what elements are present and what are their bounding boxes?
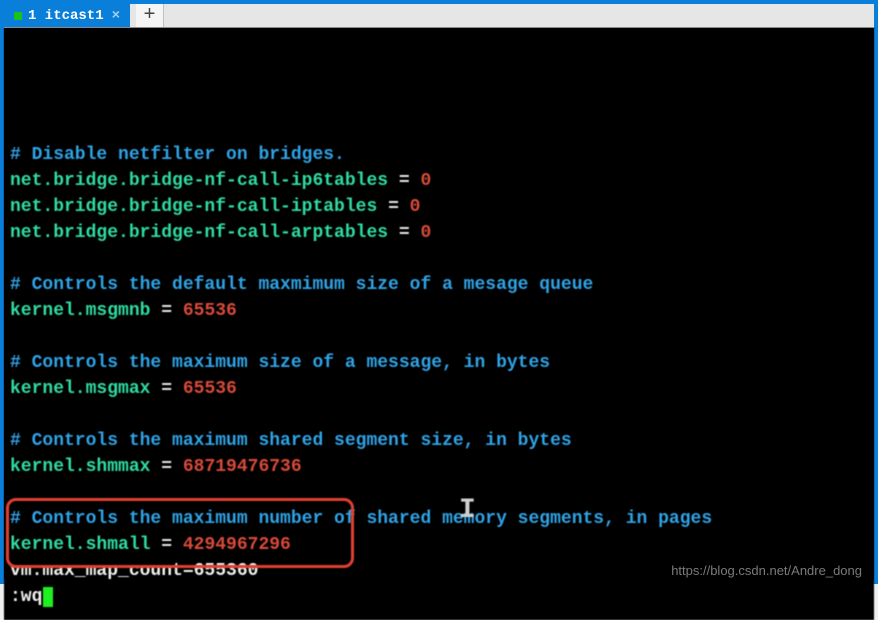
- terminal-line: # Controls the maximum number of shared …: [10, 506, 868, 532]
- code-segment: # Controls the maximum shared segment si…: [10, 431, 572, 451]
- code-segment: [10, 483, 21, 503]
- terminal-line: [10, 480, 868, 506]
- terminal-line: [10, 246, 868, 272]
- terminal-line: kernel.msgmnb = 65536: [10, 298, 868, 324]
- code-segment: net.bridge.bridge-nf-call-arptables: [10, 223, 388, 243]
- terminal-line: [10, 402, 868, 428]
- code-segment: [10, 249, 21, 269]
- terminal-line: [10, 324, 868, 350]
- terminal-line: # Controls the maximum size of a message…: [10, 350, 868, 376]
- terminal-line: kernel.shmall = 4294967296: [10, 532, 868, 558]
- code-segment: =: [388, 223, 420, 243]
- code-segment: [10, 327, 21, 347]
- code-segment: kernel.msgmnb: [10, 301, 150, 321]
- tab-active[interactable]: 1 itcast1 ×: [4, 4, 130, 27]
- code-segment: kernel.msgmax: [10, 379, 150, 399]
- code-segment: net.bridge.bridge-nf-call-ip6tables: [10, 171, 388, 191]
- code-segment: kernel.shmall: [10, 535, 150, 555]
- code-segment: net.bridge.bridge-nf-call-iptables: [10, 197, 377, 217]
- code-segment: :wq: [10, 587, 42, 607]
- code-segment: [10, 405, 21, 425]
- code-segment: 65536: [183, 301, 237, 321]
- code-segment: =: [388, 171, 420, 191]
- new-tab-button[interactable]: +: [136, 4, 164, 27]
- code-segment: 0: [420, 171, 431, 191]
- code-segment: 65536: [183, 379, 237, 399]
- code-segment: # Controls the default maxmimum size of …: [10, 275, 593, 295]
- code-segment: 68719476736: [183, 457, 302, 477]
- terminal-line: net.bridge.bridge-nf-call-arptables = 0: [10, 220, 868, 246]
- status-dot-icon: [14, 12, 22, 20]
- code-segment: =: [150, 457, 182, 477]
- code-segment: 4294967296: [183, 535, 291, 555]
- terminal-viewport[interactable]: I # Disable netfilter on bridges.net.bri…: [4, 28, 874, 620]
- terminal-line: net.bridge.bridge-nf-call-iptables = 0: [10, 194, 868, 220]
- code-segment: # Disable netfilter on bridges.: [10, 145, 345, 165]
- terminal-line: # Controls the maximum shared segment si…: [10, 428, 868, 454]
- code-segment: 0: [420, 223, 431, 243]
- terminal-line: kernel.msgmax = 65536: [10, 376, 868, 402]
- terminal-line: net.bridge.bridge-nf-call-ip6tables = 0: [10, 168, 868, 194]
- terminal-line: kernel.shmmax = 68719476736: [10, 454, 868, 480]
- code-segment: # Controls the maximum number of shared …: [10, 509, 712, 529]
- code-segment: =: [150, 301, 182, 321]
- terminal-line: vm.max_map_count=655360: [10, 558, 868, 584]
- terminal-line: # Controls the default maxmimum size of …: [10, 272, 868, 298]
- code-segment: =: [377, 197, 409, 217]
- code-segment: =: [150, 379, 182, 399]
- code-segment: # Controls the maximum size of a message…: [10, 353, 550, 373]
- code-segment: =: [150, 535, 182, 555]
- code-segment: 0: [410, 197, 421, 217]
- terminal-line: # Disable netfilter on bridges.: [10, 142, 868, 168]
- code-segment: kernel.shmmax: [10, 457, 150, 477]
- code-segment: vm.max_map_count=655360: [10, 561, 258, 581]
- cursor-block-icon: [43, 587, 53, 607]
- close-icon[interactable]: ×: [110, 8, 122, 24]
- terminal-window: 1 itcast1 × + I # Disable netfilter on b…: [0, 0, 878, 584]
- tab-label: 1 itcast1: [28, 8, 104, 24]
- tab-bar: 1 itcast1 × +: [4, 4, 874, 28]
- terminal-line: :wq: [10, 584, 868, 610]
